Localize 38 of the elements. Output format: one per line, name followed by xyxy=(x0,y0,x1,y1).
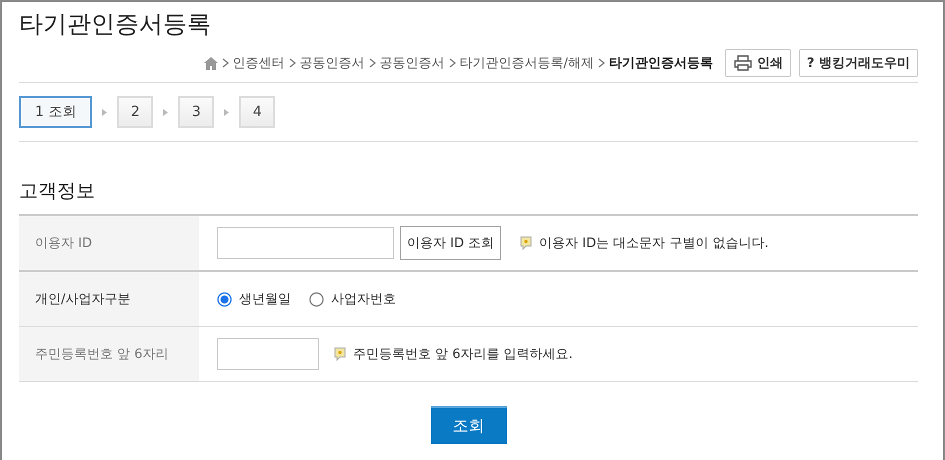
input-field[interactable] xyxy=(217,227,394,259)
hint-text: 이용자 ID는 대소문자 구별이 없습니다. xyxy=(539,235,769,252)
chevron-icon xyxy=(222,58,229,68)
triangle-icon xyxy=(224,108,230,116)
field-label: 이용자 ID xyxy=(19,216,199,270)
breadcrumb-link[interactable]: 공동인증서 xyxy=(380,54,445,72)
chevron-icon xyxy=(368,58,376,68)
chevron-icon xyxy=(288,58,296,68)
triangle-icon xyxy=(102,108,108,116)
breadcrumb-link[interactable]: 인증센터 xyxy=(232,54,285,72)
hint-icon xyxy=(519,236,534,250)
step-tab[interactable]: 3 xyxy=(178,96,214,128)
printer-icon[interactable] xyxy=(732,55,753,71)
help-button[interactable]: ? 뱅킹거래도우미 xyxy=(798,49,918,77)
radio-button[interactable] xyxy=(217,292,232,306)
field-label: 주민등록번호 앞 6자리 xyxy=(19,327,199,381)
radio-button[interactable] xyxy=(309,292,324,306)
radio-label[interactable]: 생년월일 xyxy=(239,290,291,308)
radio-label[interactable]: 사업자번호 xyxy=(331,290,396,308)
chevron-icon xyxy=(448,58,456,68)
input-field[interactable] xyxy=(217,338,319,370)
triangle-icon xyxy=(163,108,168,116)
hint-text: 주민등록번호 앞 6자리를 입력하세요. xyxy=(353,346,573,363)
step-tab[interactable]: 4 xyxy=(239,96,276,128)
page-title: 타기관인증서등록 xyxy=(19,9,212,40)
print-button[interactable]: 인쇄 xyxy=(724,49,791,77)
lookup-button[interactable]: 이용자 ID 조회 xyxy=(400,226,502,260)
home-icon xyxy=(204,56,218,70)
chevron-icon xyxy=(598,58,605,68)
submit-button[interactable]: 조회 xyxy=(430,406,506,444)
field-label: 개인/사업자구분 xyxy=(19,272,199,326)
breadcrumb-link[interactable]: 타기관인증서등록/해제 xyxy=(460,54,594,72)
breadcrumb-link[interactable]: 공동인증서 xyxy=(300,54,365,72)
section-title: 고객정보 xyxy=(19,179,96,204)
step-tab[interactable]: 2 xyxy=(117,96,154,128)
breadcrumb-current: 타기관인증서등록 xyxy=(608,55,713,72)
hint-icon xyxy=(333,347,347,361)
step-tab[interactable]: 1 조회 xyxy=(19,96,92,128)
